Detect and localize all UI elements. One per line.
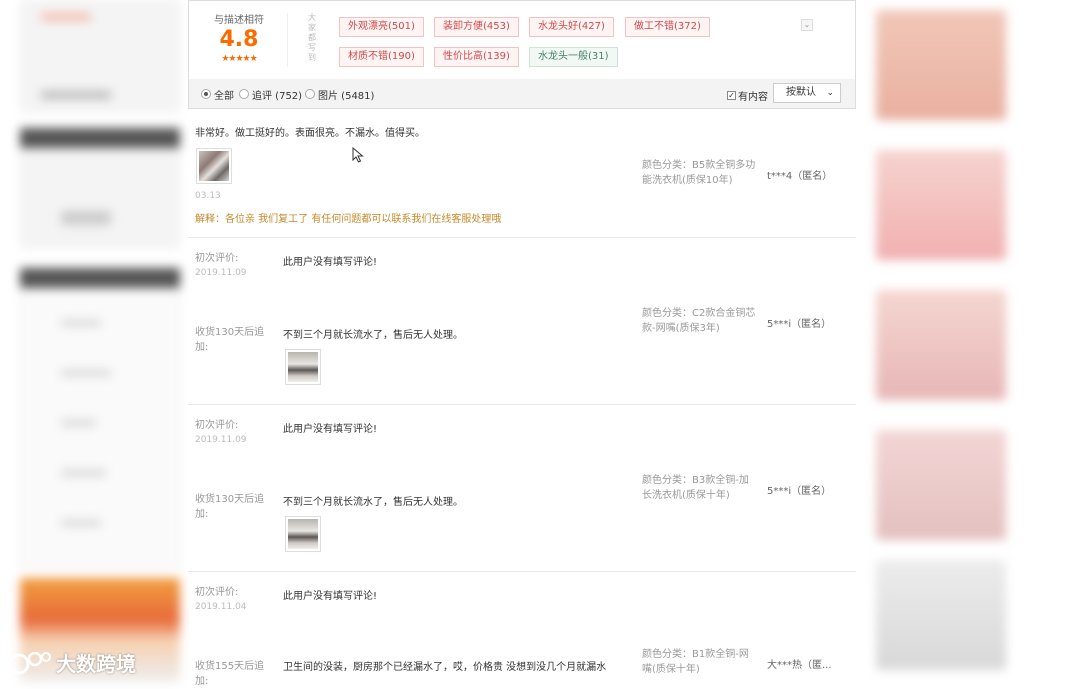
right-recommendations bbox=[876, 0, 1036, 682]
review-sku: 颜色分类：C2款合金铜芯款-网嘴(质保3年) bbox=[642, 308, 756, 334]
recommend-card bbox=[876, 150, 1006, 260]
watermark-logo-icon bbox=[8, 651, 51, 674]
has-content-label: 有内容 bbox=[738, 92, 768, 103]
review-text: 非常好。做工挺好的。表面很亮。不漏水。值得买。 bbox=[195, 128, 425, 139]
impression-tag[interactable]: 材质不错(190) bbox=[339, 47, 424, 67]
review-date: 03.13 bbox=[195, 191, 221, 201]
initial-review-label: 初次评价: bbox=[195, 587, 239, 598]
sidebar-category-list bbox=[20, 288, 180, 568]
watermark: 大数跨境 bbox=[8, 648, 136, 677]
filter-all-label: 全部 bbox=[214, 90, 234, 102]
filter-followup-radio[interactable]: 追评 (752) bbox=[239, 88, 303, 102]
review-photo-thumbnail[interactable] bbox=[196, 148, 232, 184]
review-filter-bar: 全部 追评 (752) 图片 (5481) ✓ 有内容 按默认 ⌄ bbox=[188, 79, 856, 109]
sidebar-header-bar bbox=[20, 128, 180, 148]
impression-tag[interactable]: 水龙头一般(31) bbox=[529, 47, 618, 67]
filter-all-radio[interactable]: 全部 bbox=[201, 88, 234, 102]
recommend-card bbox=[876, 10, 1006, 120]
review-user: t***4（匿名） bbox=[767, 171, 833, 182]
review-user: 大***热（匿... bbox=[767, 660, 832, 671]
sidebar-block bbox=[20, 148, 180, 248]
followup-text: 卫生间的没装，厨房那个已经漏水了，哎，价格贵 没想到没几个月就漏水 bbox=[283, 662, 607, 673]
radio-icon bbox=[305, 89, 315, 99]
filter-images-radio[interactable]: 图片 (5481) bbox=[305, 88, 375, 102]
review-text: 此用户没有填写评论! bbox=[283, 424, 378, 435]
review-summary: 与描述相符 4.8 ★★★★★ 大家都写到 外观漂亮(501) 装卸方便(453… bbox=[188, 0, 856, 80]
seller-reply: 解释：各位亲 我们复工了 有任何问题都可以联系我们在线客服处理哦 bbox=[195, 214, 502, 225]
filter-followup-label: 追评 (752) bbox=[252, 90, 303, 102]
recommend-card bbox=[876, 560, 1006, 670]
review-item: 非常好。做工挺好的。表面很亮。不漏水。值得买。 03.13 解释：各位亲 我们复… bbox=[188, 110, 856, 238]
sidebar-header-bar bbox=[20, 268, 180, 288]
review-item: 初次评价: 2019.11.09 此用户没有填写评论! 收货130天后追加: 不… bbox=[188, 405, 856, 572]
review-user: 5***i（匿名） bbox=[767, 486, 832, 497]
review-user: 5***i（匿名） bbox=[767, 319, 832, 330]
review-item: 初次评价: 2019.11.09 此用户没有填写评论! 收货130天后追加: 不… bbox=[188, 238, 856, 405]
recommend-card bbox=[876, 430, 1006, 540]
followup-label: 收货130天后追加: bbox=[195, 494, 265, 520]
impression-tag[interactable]: 性价比高(139) bbox=[434, 47, 519, 67]
initial-review-label: 初次评价: bbox=[195, 253, 239, 264]
review-item: 初次评价: 2019.11.04 此用户没有填写评论! 收货155天后追加: 卫… bbox=[188, 572, 856, 687]
star-rating-icon: ★★★★★ bbox=[221, 54, 257, 64]
review-date: 2019.11.04 bbox=[195, 602, 247, 612]
score-value: 4.8 bbox=[219, 27, 259, 52]
impression-tag[interactable]: 装卸方便(453) bbox=[434, 17, 519, 37]
sort-dropdown-value: 按默认 bbox=[786, 87, 816, 98]
followup-label: 收货155天后追加: bbox=[195, 661, 265, 687]
sort-dropdown[interactable]: 按默认 ⌄ bbox=[773, 83, 841, 103]
filter-images-label: 图片 (5481) bbox=[318, 90, 375, 102]
review-text: 此用户没有填写评论! bbox=[283, 591, 378, 602]
rating-score-box: 与描述相符 4.8 ★★★★★ bbox=[199, 11, 279, 64]
mouse-cursor-icon bbox=[352, 147, 364, 163]
impression-tag[interactable]: 外观漂亮(501) bbox=[339, 17, 424, 37]
review-sku: 颜色分类：B5款全铜多功能洗衣机(质保10年) bbox=[642, 160, 756, 186]
review-sku: 颜色分类：B3款全铜-加长洗衣机(质保十年) bbox=[642, 475, 749, 501]
impression-tag[interactable]: 做工不错(372) bbox=[625, 17, 710, 37]
tag-section-caption: 大家都写到 bbox=[308, 13, 316, 62]
review-sku: 颜色分类：B1款全铜-网嘴(质保十年) bbox=[642, 649, 749, 675]
followup-text: 不到三个月就长流水了，售后无人处理。 bbox=[283, 330, 463, 341]
review-panel: 与描述相符 4.8 ★★★★★ 大家都写到 外观漂亮(501) 装卸方便(453… bbox=[188, 0, 856, 687]
watermark-text: 大数跨境 bbox=[56, 652, 136, 676]
radio-selected-icon bbox=[201, 89, 211, 99]
divider bbox=[287, 13, 288, 67]
radio-icon bbox=[239, 89, 249, 99]
left-sidebar bbox=[20, 0, 180, 682]
followup-text: 不到三个月就长流水了，售后无人处理。 bbox=[283, 497, 463, 508]
review-text: 此用户没有填写评论! bbox=[283, 257, 378, 268]
checkbox-checked-icon: ✓ bbox=[727, 91, 736, 100]
has-content-checkbox[interactable]: ✓ 有内容 bbox=[727, 88, 768, 103]
review-date: 2019.11.09 bbox=[195, 268, 247, 278]
chevron-down-icon: ⌄ bbox=[826, 88, 834, 98]
review-photo-thumbnail[interactable] bbox=[285, 516, 321, 552]
followup-label: 收货130天后追加: bbox=[195, 327, 265, 353]
review-photo-thumbnail[interactable] bbox=[285, 349, 321, 385]
chevron-down-icon[interactable]: ⌄ bbox=[801, 19, 813, 31]
score-label: 与描述相符 bbox=[214, 15, 264, 26]
initial-review-label: 初次评价: bbox=[195, 420, 239, 431]
sidebar-shop-card bbox=[20, 0, 180, 112]
review-date: 2019.11.09 bbox=[195, 435, 247, 445]
impression-tag[interactable]: 水龙头好(427) bbox=[529, 17, 614, 37]
recommend-card bbox=[876, 290, 1006, 400]
